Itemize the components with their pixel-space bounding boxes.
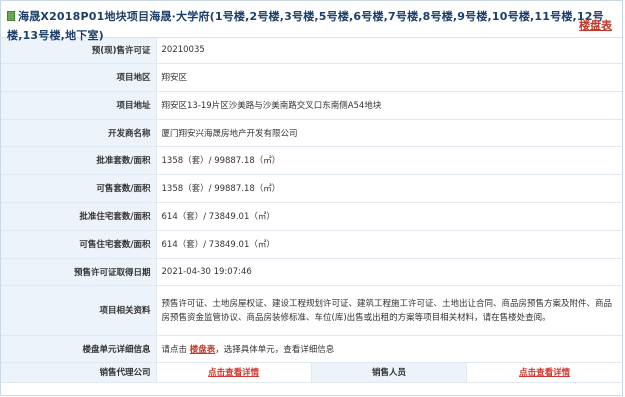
permit-date: 2021-04-30 19:07:46	[156, 258, 622, 286]
building-table-link[interactable]: 楼盘表	[579, 17, 612, 33]
field-label: 批准套数/面积	[1, 146, 157, 175]
field-label: 项目地址	[1, 91, 157, 120]
field-label: 楼盘单元详细信息	[1, 335, 157, 363]
project-documents: 预售许可证、土地房屋权证、建设工程规划许可证、建筑工程施工许可证、土地出让合同、…	[156, 285, 622, 336]
field-label: 销售人员	[310, 362, 468, 383]
approved-units-area: 1358（套）/ 99887.18（㎡）	[156, 146, 622, 175]
field-label: 项目相关资料	[1, 285, 157, 336]
staff-details-link[interactable]: 点击查看详情	[519, 368, 570, 378]
field-label: 预售许可证取得日期	[1, 258, 157, 286]
field-label: 批准住宅套数/面积	[1, 202, 157, 231]
unit-details-prefix: 请点击	[161, 344, 188, 355]
available-residential-units-area: 614（套）/ 73849.01（㎡）	[156, 230, 622, 259]
field-label: 开发商名称	[1, 119, 157, 147]
table-row: 开发商名称 厦门翔安兴海晟房地产开发有限公司	[1, 119, 622, 147]
project-title: 海晟X2018P01地块项目海晟·大学府(1号楼,2号楼,3号楼,5号楼,6号楼…	[7, 10, 604, 42]
agency-details-link[interactable]: 点击查看详情	[208, 368, 259, 378]
table-row: 项目地址 翔安区13-19片区沙美路与沙美南路交叉口东南侧A54地块	[1, 91, 622, 120]
field-label: 可售住宅套数/面积	[1, 230, 157, 259]
table-row: 预售许可证取得日期 2021-04-30 19:07:46	[1, 258, 622, 286]
approved-residential-units-area: 614（套）/ 73849.01（㎡）	[156, 202, 622, 231]
field-label: 销售代理公司	[1, 362, 157, 383]
field-label: 项目地区	[1, 63, 157, 92]
unit-table-link[interactable]: 楼盘表	[190, 345, 216, 355]
agency-cell: 点击查看详情	[156, 362, 312, 383]
project-district: 翔安区	[156, 63, 622, 92]
table-row: 项目相关资料 预售许可证、土地房屋权证、建设工程规划许可证、建筑工程施工许可证、…	[1, 285, 622, 336]
unit-details: 请点击 楼盘表，选择具体单元，查看详细信息	[156, 335, 622, 363]
document-icon	[7, 11, 15, 21]
table-row: 批准住宅套数/面积 614（套）/ 73849.01（㎡）	[1, 202, 622, 231]
field-label: 可售套数/面积	[1, 174, 157, 203]
project-info-table: 预(现)售许可证 20210035 项目地区 翔安区 项目地址 翔安区13-19…	[1, 38, 622, 383]
table-row: 可售套数/面积 1358（套）/ 99887.18（㎡）	[1, 174, 622, 203]
table-row: 销售代理公司 点击查看详情 销售人员 点击查看详情	[1, 362, 622, 383]
project-info-panel: 海晟X2018P01地块项目海晟·大学府(1号楼,2号楼,3号楼,5号楼,6号楼…	[0, 0, 623, 396]
table-row: 项目地区 翔安区	[1, 63, 622, 92]
available-units-area: 1358（套）/ 99887.18（㎡）	[156, 174, 622, 203]
unit-details-suffix: ，选择具体单元，查看详细信息	[215, 344, 335, 355]
project-header: 海晟X2018P01地块项目海晟·大学府(1号楼,2号楼,3号楼,5号楼,6号楼…	[1, 1, 622, 42]
table-row: 楼盘单元详细信息 请点击 楼盘表，选择具体单元，查看详细信息	[1, 335, 622, 363]
staff-cell: 点击查看详情	[466, 362, 622, 383]
permit-number: 20210035	[156, 38, 622, 64]
developer-name: 厦门翔安兴海晟房地产开发有限公司	[156, 119, 622, 147]
table-row: 可售住宅套数/面积 614（套）/ 73849.01（㎡）	[1, 230, 622, 259]
project-address: 翔安区13-19片区沙美路与沙美南路交叉口东南侧A54地块	[156, 91, 622, 120]
table-row: 批准套数/面积 1358（套）/ 99887.18（㎡）	[1, 146, 622, 175]
